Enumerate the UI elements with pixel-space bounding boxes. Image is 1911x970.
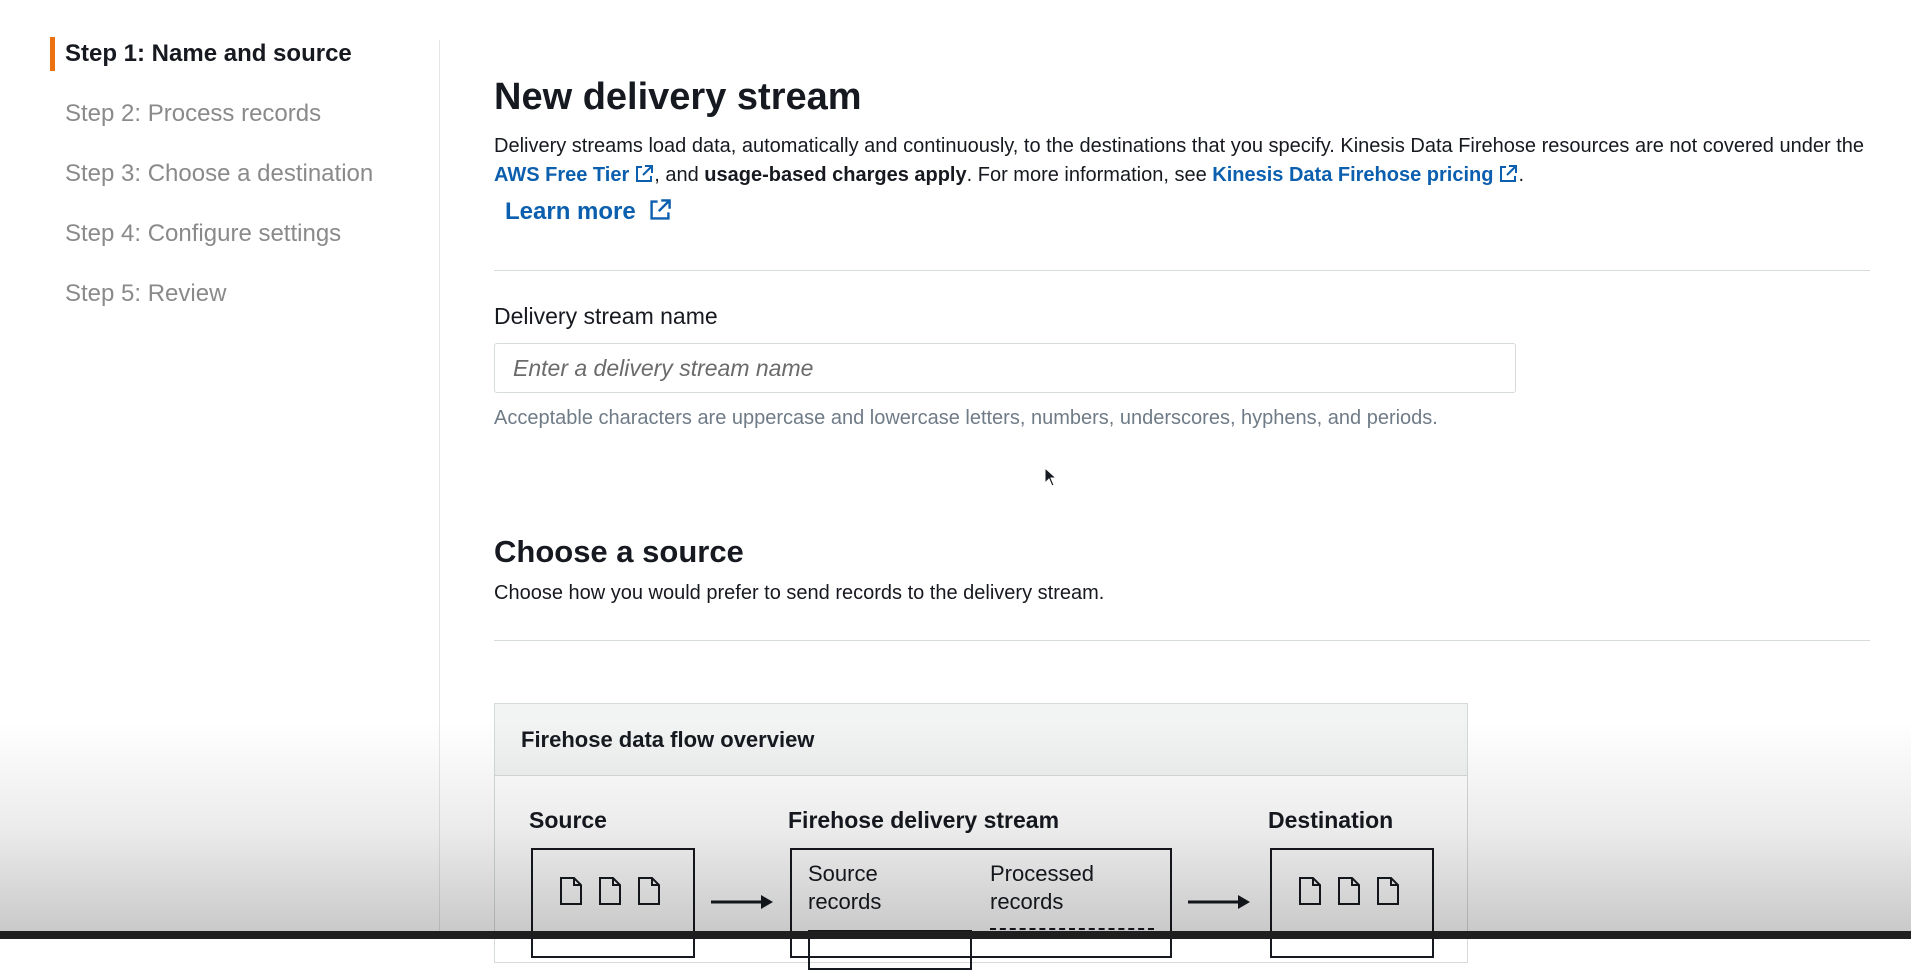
firehose-pricing-link[interactable]: Kinesis Data Firehose pricing: [1212, 164, 1518, 186]
firehose-pricing-link-label: Kinesis Data Firehose pricing: [1212, 164, 1494, 186]
wizard-step-4[interactable]: Step 4: Configure settings: [65, 220, 341, 248]
document-icon: [560, 877, 582, 905]
desc-text-4: .: [1518, 164, 1525, 186]
source-records-label: Source records: [808, 860, 881, 916]
wizard-step-3[interactable]: Step 3: Choose a destination: [65, 160, 373, 188]
document-icon: [1338, 877, 1360, 905]
section-divider: [494, 640, 1870, 641]
document-icon: [1299, 877, 1321, 905]
stream-name-input[interactable]: [494, 343, 1516, 393]
arrow-right-icon: [1188, 895, 1250, 909]
source-box: [531, 848, 695, 958]
delivery-stream-box: Source records Processed records: [790, 848, 1172, 970]
nav-divider: [439, 40, 440, 939]
panel-title: Firehose data flow overview: [521, 727, 815, 752]
external-link-icon: [1500, 165, 1518, 182]
page-title: New delivery stream: [494, 76, 862, 118]
stream-column-title: Firehose delivery stream: [788, 807, 1060, 833]
destination-column-title: Destination: [1268, 807, 1394, 833]
wizard-step-1[interactable]: Step 1: Name and source: [65, 40, 352, 68]
document-icon: [1377, 877, 1399, 905]
desc-text-2: , and: [654, 164, 705, 186]
data-flow-overview-panel: Firehose data flow overview Source Fireh…: [494, 703, 1468, 970]
desc-text-1: Delivery streams load data, automaticall…: [494, 135, 1864, 157]
document-icon: [638, 877, 660, 905]
source-section-description: Choose how you would prefer to send reco…: [494, 582, 1105, 604]
learn-more-link[interactable]: Learn more: [505, 198, 672, 226]
panel-header: Firehose data flow overview: [495, 704, 1467, 776]
external-link-icon: [650, 199, 671, 220]
source-records-text: Source records: [808, 861, 882, 914]
processed-records-text: Processed records: [990, 861, 1094, 914]
main-content: New delivery stream Delivery streams loa…: [494, 0, 1874, 970]
page-description: Delivery streams load data, automaticall…: [494, 132, 1874, 190]
external-link-icon: [636, 165, 654, 182]
document-icon: [599, 877, 621, 905]
section-divider: [494, 270, 1870, 271]
desc-bold-text: usage-based charges apply: [704, 164, 967, 186]
processed-records-label: Processed records: [990, 860, 1094, 916]
active-step-indicator: [50, 37, 55, 71]
wizard-nav: Step 1: Name and source Step 2: Process …: [0, 0, 440, 939]
wizard-step-5[interactable]: Step 5: Review: [65, 280, 226, 308]
bottom-bar: [0, 931, 1911, 939]
stream-name-hint: Acceptable characters are uppercase and …: [494, 407, 1438, 429]
processed-records-dashed-line: [990, 928, 1154, 930]
source-column-title: Source: [529, 807, 607, 833]
desc-text-3: . For more information, see: [966, 164, 1213, 186]
aws-free-tier-link[interactable]: AWS Free Tier: [494, 164, 654, 186]
destination-box: [1270, 848, 1434, 958]
source-section-title: Choose a source: [494, 534, 744, 569]
learn-more-label: Learn more: [505, 198, 636, 225]
stream-name-label: Delivery stream name: [494, 303, 718, 329]
arrow-right-icon: [711, 895, 773, 909]
aws-free-tier-link-label: AWS Free Tier: [494, 164, 630, 186]
wizard-step-2[interactable]: Step 2: Process records: [65, 100, 321, 128]
mouse-cursor-icon: [1044, 467, 1058, 487]
